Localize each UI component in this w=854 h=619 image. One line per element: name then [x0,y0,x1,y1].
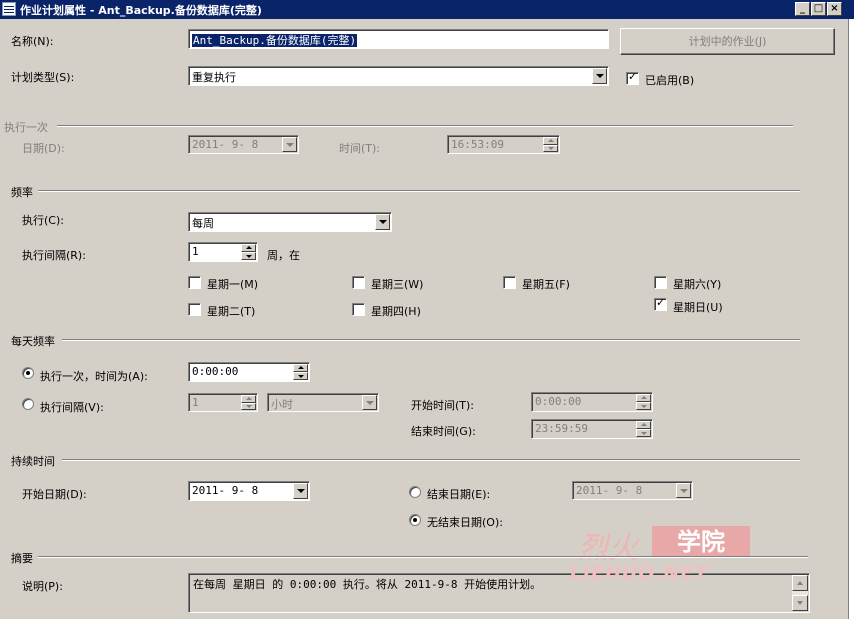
sunday-label: 星期日(U) [673,301,723,314]
sunday-checkbox[interactable] [654,296,667,311]
frequency-divider [38,190,800,192]
one-time-date-value: 2011- 9- 8 [192,138,259,151]
jobs-in-schedule-button[interactable]: 计划中的作业(J) [620,28,835,55]
description-value: 在每周 星期日 的 0:00:00 执行。将从 2011-9-8 开始使用计划。 [193,578,542,591]
description-scrollbar[interactable] [792,575,808,611]
description-label: 说明(P): [22,580,63,593]
wednesday-checkbox[interactable] [352,276,365,289]
daily-divider [62,339,800,341]
recur-value: 1 [192,245,199,258]
watermark-logo-cn2: 学院 [652,526,750,558]
once-label: 执行一次，时间为(A): [40,370,148,383]
every-unit-select[interactable]: 小时 [267,393,379,412]
every-input[interactable]: 1 [188,393,258,412]
end-date-picker[interactable]: 2011- 9- 8 [572,481,693,500]
no-end-date-radio[interactable] [409,514,421,526]
summary-divider [38,556,808,558]
wednesday-label: 星期三(W) [371,278,424,291]
once-time-value: 0:00:00 [192,365,239,378]
name-input[interactable]: Ant_Backup.备份数据库(完整) [188,29,609,49]
start-time-input[interactable]: 0:00:00 [531,392,653,412]
enabled-label: 已启用(B) [645,74,695,87]
end-date-value: 2011- 9- 8 [576,484,643,497]
once-radio[interactable] [22,367,34,379]
friday-checkbox[interactable] [503,276,516,289]
schedule-type-select[interactable]: 重复执行 [188,66,609,86]
chevron-down-icon[interactable] [282,137,297,152]
spin-arrows-icon[interactable] [241,395,256,410]
name-label: 名称(N): [11,35,54,48]
start-date-label: 开始日期(D): [22,488,87,501]
duration-divider [62,459,800,461]
spin-arrows-icon[interactable] [636,394,651,410]
daily-section-title: 每天频率 [11,335,55,348]
occurs-value: 每周 [192,217,214,230]
start-date-value: 2011- 9- 8 [192,484,259,497]
start-date-picker[interactable]: 2011- 9- 8 [188,481,310,501]
duration-section-title: 持续时间 [11,455,55,468]
saturday-label: 星期六(Y) [673,278,722,291]
recur-label: 执行间隔(R): [22,249,86,262]
title-bar[interactable]: 作业计划属性 - Ant_Backup.备份数据库(完整) _ □ × [0,0,854,19]
chevron-down-icon[interactable] [375,214,390,230]
occurs-label: 执行(C): [22,214,64,227]
schedule-type-label: 计划类型(S): [11,71,75,84]
end-date-label: 结束日期(E): [427,488,491,501]
end-time-input[interactable]: 23:59:59 [531,419,653,439]
one-time-time-value: 16:53:09 [451,138,504,151]
friday-label: 星期五(F) [522,278,570,291]
end-time-label: 结束时间(G): [411,425,476,438]
close-button[interactable]: × [827,2,842,16]
start-time-value: 0:00:00 [535,395,582,408]
occurs-select[interactable]: 每周 [188,212,392,232]
every-radio[interactable] [22,398,34,410]
saturday-checkbox[interactable] [654,276,667,289]
watermark-logo-cn1: 烈火 [578,531,638,566]
minimize-button[interactable]: _ [795,2,810,16]
no-end-date-label: 无结束日期(O): [427,516,503,529]
spin-arrows-icon[interactable] [636,421,651,437]
one-time-date-picker[interactable]: 2011- 9- 8 [188,135,299,154]
spin-arrows-icon[interactable] [241,244,256,260]
description-textarea[interactable]: 在每周 星期日 的 0:00:00 执行。将从 2011-9-8 开始使用计划。 [188,573,810,613]
spin-arrows-icon[interactable] [293,364,308,380]
one-time-time-input[interactable]: 16:53:09 [447,135,560,154]
tuesday-checkbox[interactable] [188,303,201,316]
chevron-down-icon[interactable] [676,483,691,498]
monday-label: 星期一(M) [207,278,259,291]
monday-checkbox[interactable] [188,276,201,289]
every-unit-value: 小时 [271,398,293,411]
frequency-section-title: 频率 [11,186,33,199]
recur-unit: 周，在 [267,249,300,262]
every-value: 1 [192,396,199,409]
watermark-logo-en: LIEHUO.NET [570,562,709,584]
one-time-divider [57,125,793,127]
spin-arrows-icon[interactable] [543,137,558,152]
window-edge [848,19,854,619]
every-label: 执行间隔(V): [40,401,104,414]
chevron-down-icon[interactable] [592,68,607,84]
one-time-section-title: 执行一次 [4,121,48,134]
name-value: Ant_Backup.备份数据库(完整) [192,34,358,47]
enabled-checkbox[interactable] [626,70,639,85]
window-title: 作业计划属性 - Ant_Backup.备份数据库(完整) [20,4,262,17]
end-date-radio[interactable] [409,486,421,498]
one-time-time-label: 时间(T): [339,142,381,155]
thursday-checkbox[interactable] [352,303,365,316]
end-time-value: 23:59:59 [535,422,588,435]
summary-section-title: 摘要 [11,552,33,565]
maximize-button[interactable]: □ [811,2,826,16]
thursday-label: 星期四(H) [371,305,421,318]
tuesday-label: 星期二(T) [207,305,256,318]
recur-input[interactable]: 1 [188,242,258,262]
window-icon [2,2,16,16]
schedule-type-value: 重复执行 [192,71,236,84]
chevron-down-icon[interactable] [293,483,308,499]
once-time-input[interactable]: 0:00:00 [188,362,310,382]
chevron-down-icon[interactable] [362,395,377,410]
start-time-label: 开始时间(T): [411,399,475,412]
one-time-date-label: 日期(D): [22,142,65,155]
